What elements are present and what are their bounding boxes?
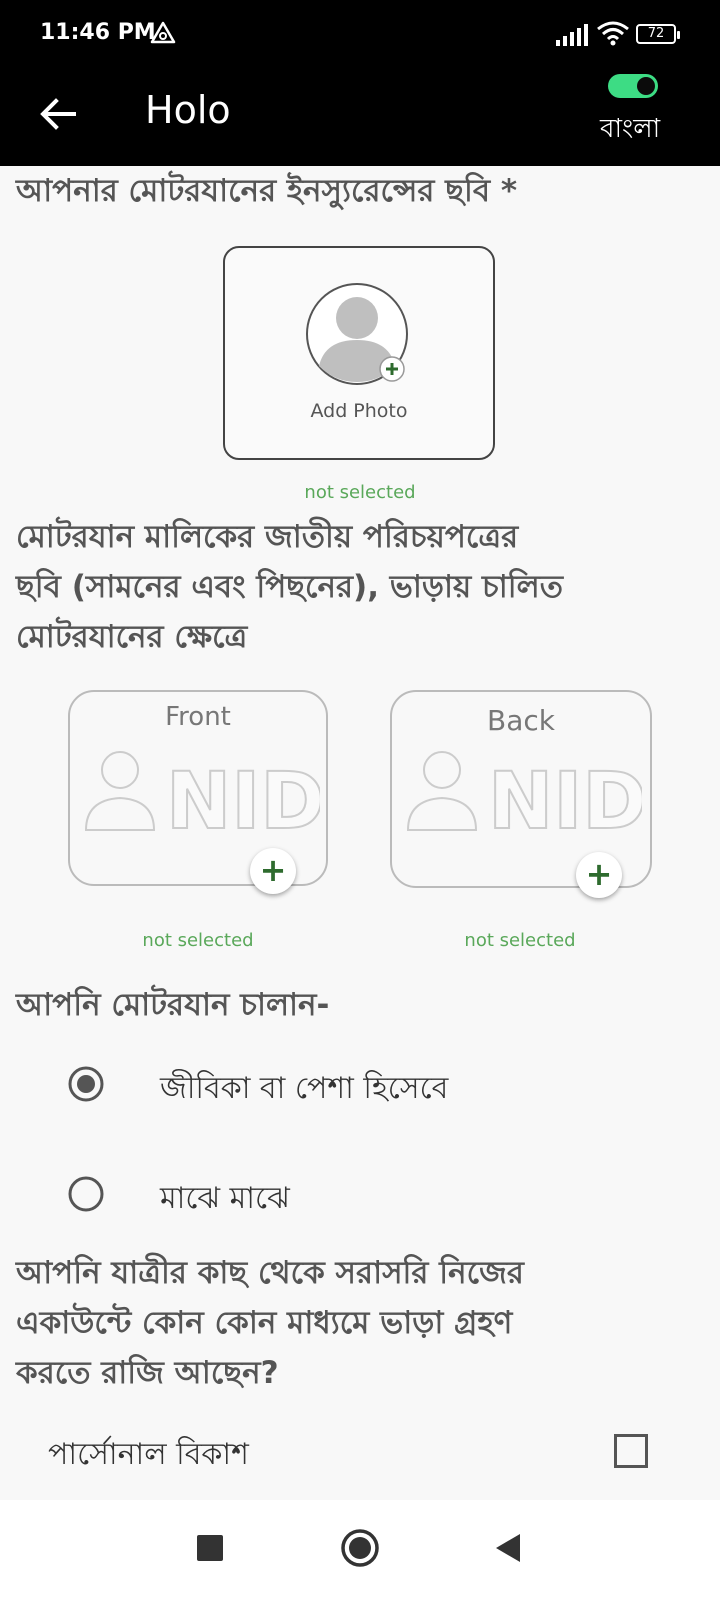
nid-front-label: Front <box>165 702 231 732</box>
back-arrow-icon[interactable] <box>34 90 82 138</box>
insurance-photo-status: not selected <box>304 482 416 503</box>
signal-icon <box>556 24 588 46</box>
nid-back-label: Back <box>487 704 555 737</box>
app-bar: Holo বাংলা <box>0 70 720 166</box>
form-content[interactable]: আপনার মোটরযানের ইনস্যুরেন্সের ছবি * Add … <box>0 166 720 1500</box>
recent-apps-icon[interactable] <box>197 1535 223 1561</box>
nid-title-line1: মোটরযান মালিকের জাতীয় পরিচয়পত্রের <box>16 519 519 555</box>
avatar-placeholder-icon <box>306 283 408 385</box>
nid-front-status: not selected <box>142 930 254 951</box>
home-icon[interactable] <box>340 1528 380 1568</box>
alert-triangle-icon <box>150 21 176 44</box>
wifi-icon <box>597 21 629 46</box>
svg-text:NID: NID <box>488 757 642 840</box>
option-occasionally-label: মাঝে মাঝে <box>160 1181 290 1216</box>
page-title: Holo <box>145 88 231 132</box>
nav-back-icon[interactable] <box>492 1532 524 1564</box>
nid-title-line2: ছবি (সামনের এবং পিছনের), ভাড়ায় চালিত <box>16 569 563 605</box>
personal-bkash-checkbox[interactable] <box>614 1434 648 1468</box>
add-back-button[interactable]: + <box>576 852 622 898</box>
status-bar: 11:46 PM 72 <box>0 0 720 70</box>
insurance-photo-picker[interactable]: Add Photo <box>223 246 495 460</box>
personal-bkash-label: পার্সোনাল বিকাশ <box>48 1437 249 1472</box>
radio-occasionally[interactable] <box>68 1176 104 1212</box>
nid-back-status: not selected <box>464 930 576 951</box>
battery-icon: 72 <box>636 24 680 44</box>
id-card-icon: NID <box>406 751 642 840</box>
add-photo-label: Add Photo <box>310 400 408 422</box>
language-toggle[interactable] <box>608 74 658 98</box>
id-card-icon: NID <box>84 751 320 840</box>
system-nav-bar <box>0 1500 720 1600</box>
nid-front-picker[interactable]: Front NID + <box>68 690 328 894</box>
nid-title-line3: মোটরযানের ক্ষেত্রে <box>16 619 248 655</box>
status-time: 11:46 PM <box>40 20 156 45</box>
nid-back-picker[interactable]: Back NID + <box>390 690 652 898</box>
payment-question-line3: করতে রাজি আছেন? <box>16 1355 279 1391</box>
payment-question-line1: আপনি যাত্রীর কাছ থেকে সরাসরি নিজের <box>16 1255 524 1291</box>
svg-text:NID: NID <box>166 757 320 840</box>
add-front-button[interactable]: + <box>250 848 296 894</box>
option-livelihood-label: জীবিকা বা পেশা হিসেবে <box>160 1071 449 1106</box>
payment-question-line2: একাউন্টে কোন কোন মাধ্যমে ভাড়া গ্রহণ <box>16 1305 513 1341</box>
drive-question-title: আপনি মোটরযান চালান- <box>16 987 330 1023</box>
insurance-photo-title: আপনার মোটরযানের ইনস্যুরেন্সের ছবি * <box>16 173 518 209</box>
radio-livelihood[interactable] <box>68 1066 104 1102</box>
language-label: বাংলা <box>600 114 661 144</box>
